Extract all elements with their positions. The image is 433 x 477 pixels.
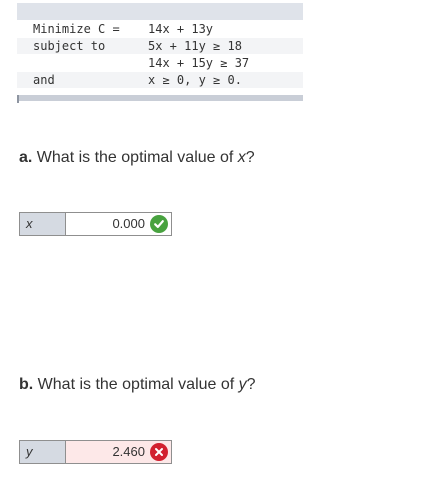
answer-label-x: x — [20, 213, 66, 235]
question-suffix: ? — [245, 149, 255, 166]
constraint-label: subject to — [33, 39, 106, 53]
objective-expression: 14x + 13y — [148, 22, 214, 36]
problem-header-bar — [17, 3, 303, 20]
problem-footer-bar — [17, 95, 303, 101]
answer-row-x: x 0.000 — [19, 212, 172, 236]
constraint-row-2: 14x + 15y ≥ 37 — [17, 55, 303, 71]
question-suffix: ? — [246, 376, 256, 393]
answer-row-y: y 2.460 — [19, 440, 172, 464]
question-text: What is the optimal value of — [37, 376, 235, 393]
x-icon — [150, 443, 168, 461]
question-b: b. What is the optimal value of y? — [19, 375, 256, 395]
question-letter: a. — [19, 149, 33, 166]
problem-statement: Minimize C = 14x + 13y subject to 5x + 1… — [17, 3, 303, 103]
constraint-expression-2: 14x + 15y ≥ 37 — [148, 56, 250, 70]
constraint-row-1: subject to 5x + 11y ≥ 18 — [17, 38, 303, 54]
answer-label-y: y — [20, 441, 66, 463]
nonnegativity-row: and x ≥ 0, y ≥ 0. — [17, 72, 303, 88]
answer-input-y[interactable]: 2.460 — [66, 441, 171, 463]
question-a: a. What is the optimal value of x? — [19, 148, 255, 168]
constraint-expression-1: 5x + 11y ≥ 18 — [148, 39, 242, 53]
answer-input-x[interactable]: 0.000 — [66, 213, 171, 235]
question-variable: y — [238, 376, 247, 393]
objective-label: Minimize C = — [33, 22, 120, 36]
question-letter: b. — [19, 376, 34, 393]
nonnegativity-expression: x ≥ 0, y ≥ 0. — [148, 73, 242, 87]
answer-value-y: 2.460 — [112, 444, 145, 459]
nonnegativity-label: and — [33, 73, 55, 87]
question-text: What is the optimal value of — [36, 149, 234, 166]
problem-footer-tick — [17, 95, 19, 103]
check-icon — [150, 215, 168, 233]
objective-row: Minimize C = 14x + 13y — [17, 21, 303, 37]
question-variable: x — [237, 149, 246, 166]
answer-value-x: 0.000 — [112, 216, 145, 231]
